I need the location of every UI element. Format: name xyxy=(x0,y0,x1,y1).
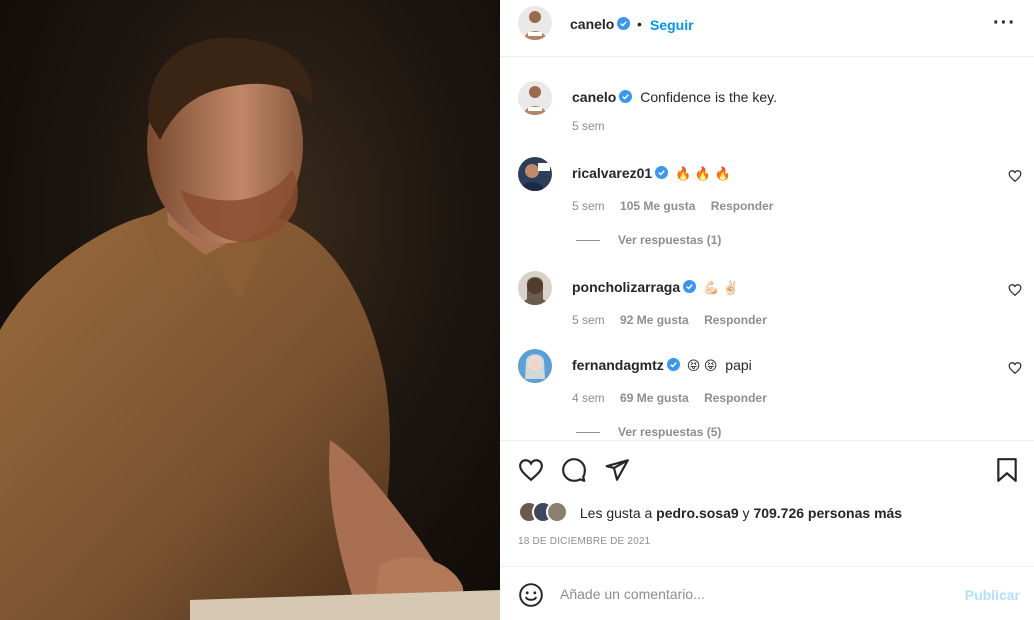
photo-illustration xyxy=(0,37,500,620)
comment-like-heart-icon[interactable] xyxy=(1008,283,1022,297)
comment-input[interactable] xyxy=(560,583,940,605)
caption-username[interactable]: canelo xyxy=(572,89,616,105)
view-replies-button[interactable]: Ver respuestas (5) xyxy=(576,425,721,439)
liker-avatars xyxy=(518,501,576,525)
post-details-panel: canelo • Seguir ··· canelo Confidence is… xyxy=(500,0,1034,620)
caption-meta: 5 sem xyxy=(572,119,617,133)
view-replies-label: Ver respuestas (5) xyxy=(618,425,722,439)
more-options-icon[interactable]: ··· xyxy=(993,12,1016,35)
view-replies-dash xyxy=(576,240,600,242)
comment-meta: 4 sem 69 Me gusta Responder xyxy=(572,391,779,405)
comment-line: fernandagmtz 😝 😝 papi xyxy=(572,357,752,374)
author-avatar[interactable] xyxy=(518,6,552,40)
comment-username[interactable]: poncholizarraga xyxy=(572,279,680,295)
follow-button[interactable]: Seguir xyxy=(650,17,694,33)
caption-line: canelo Confidence is the key. xyxy=(572,89,777,105)
separator-dot: • xyxy=(637,16,642,32)
likes-middle: y xyxy=(738,505,754,521)
comment-meta: 5 sem 105 Me gusta Responder xyxy=(572,199,785,213)
comment-likes[interactable]: 92 Me gusta xyxy=(620,313,689,327)
view-replies-button[interactable]: Ver respuestas (1) xyxy=(576,233,721,247)
caption-avatar[interactable] xyxy=(518,81,552,115)
caption-time[interactable]: 5 sem xyxy=(572,119,605,133)
like-heart-icon[interactable] xyxy=(518,457,544,483)
share-paper-plane-icon[interactable] xyxy=(604,457,630,483)
comment-likes[interactable]: 105 Me gusta xyxy=(620,199,695,213)
comment-emojis: 💪🏻 ✌🏻 xyxy=(703,280,740,295)
likes-user[interactable]: pedro.sosa9 xyxy=(656,505,738,521)
comment-time[interactable]: 5 sem xyxy=(572,199,605,213)
comment-line: poncholizarraga 💪🏻 ✌🏻 xyxy=(572,279,739,296)
commenter-avatar[interactable] xyxy=(518,349,552,383)
verified-badge-icon xyxy=(683,280,697,293)
author-username[interactable]: canelo xyxy=(570,16,631,32)
comment-username[interactable]: fernandagmtz xyxy=(572,357,664,373)
view-replies-dash xyxy=(576,432,600,434)
likes-summary[interactable]: Les gusta a pedro.sosa9 y 709.726 person… xyxy=(518,501,902,525)
add-comment-bar: Publicar xyxy=(500,566,1034,620)
verified-badge-icon xyxy=(619,90,633,103)
reply-button[interactable]: Responder xyxy=(704,391,767,405)
comment-likes[interactable]: 69 Me gusta xyxy=(620,391,689,405)
comment-like-heart-icon[interactable] xyxy=(1008,361,1022,375)
reply-button[interactable]: Responder xyxy=(704,313,767,327)
commenter-avatar[interactable] xyxy=(518,271,552,305)
verified-badge-icon xyxy=(617,17,631,30)
comment-emojis: 🔥 🔥 🔥 xyxy=(675,166,731,181)
comment-time[interactable]: 4 sem xyxy=(572,391,605,405)
view-replies-label: Ver respuestas (1) xyxy=(618,233,722,247)
comment-time[interactable]: 5 sem xyxy=(572,313,605,327)
likes-prefix: Les gusta a xyxy=(579,505,657,521)
commenter-avatar[interactable] xyxy=(518,157,552,191)
comment-bubble-icon[interactable] xyxy=(561,457,587,483)
save-bookmark-icon[interactable] xyxy=(994,457,1020,483)
verified-badge-icon xyxy=(655,166,669,179)
comment-username[interactable]: ricalvarez01 xyxy=(572,165,652,181)
post-date[interactable]: 18 DE DICIEMBRE DE 2021 xyxy=(518,536,650,547)
likes-text: Les gusta a pedro.sosa9 y 709.726 person… xyxy=(580,505,902,521)
publish-button[interactable]: Publicar xyxy=(965,587,1020,603)
reply-button[interactable]: Responder xyxy=(711,199,774,213)
liker-avatar xyxy=(546,501,568,523)
caption-text: Confidence is the key. xyxy=(640,89,777,105)
verified-badge-icon xyxy=(666,358,680,371)
comment-like-heart-icon[interactable] xyxy=(1008,169,1022,183)
comment-text: papi xyxy=(725,357,752,373)
likes-others[interactable]: 709.726 personas más xyxy=(753,505,902,521)
comment-emojis: 😝 😝 xyxy=(686,358,718,373)
comment-line: ricalvarez01 🔥 🔥 🔥 xyxy=(572,165,731,182)
post-photo[interactable] xyxy=(0,0,500,620)
emoji-smile-icon[interactable] xyxy=(518,582,544,608)
comments-list[interactable]: canelo Confidence is the key. 5 sem rica… xyxy=(500,57,1034,440)
post-header: canelo • Seguir ··· xyxy=(500,0,1034,57)
comment-meta: 5 sem 92 Me gusta Responder xyxy=(572,313,779,327)
action-bar: Les gusta a pedro.sosa9 y 709.726 person… xyxy=(500,440,1034,566)
